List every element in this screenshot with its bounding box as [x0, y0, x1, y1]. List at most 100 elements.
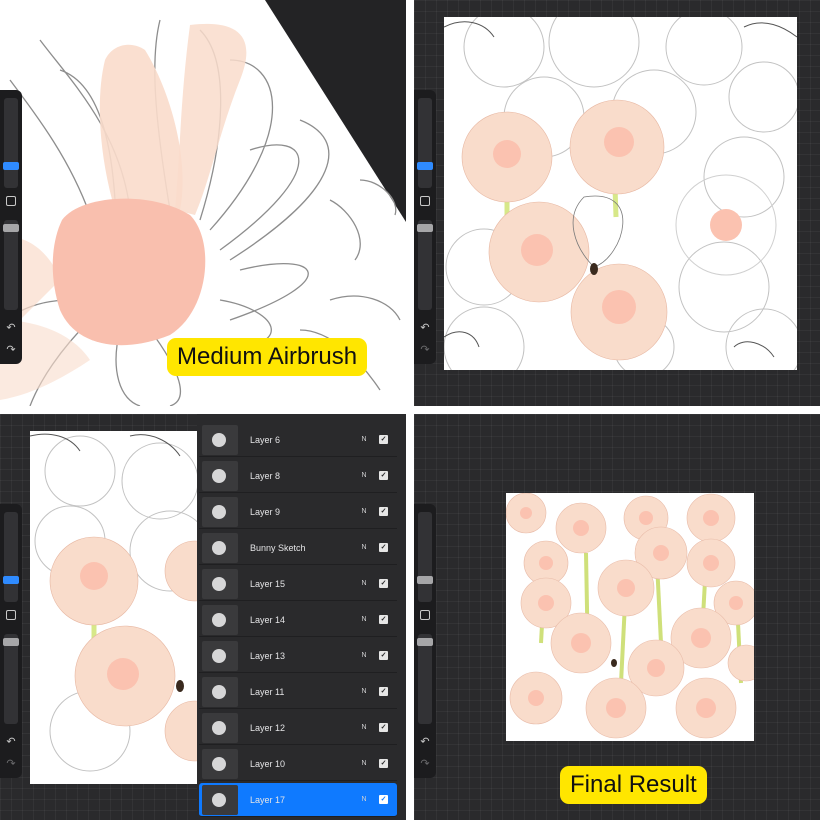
layer-thumbnail[interactable] [202, 496, 238, 527]
layer-row[interactable]: Layer 17 N ✓ [199, 783, 397, 817]
brush-size-slider[interactable] [418, 512, 432, 602]
layer-visibility-checkbox[interactable]: ✓ [379, 471, 388, 480]
layer-row[interactable]: Bunny Sketch N ✓ [199, 531, 397, 565]
tool-sidebar: ↶ ↷ [0, 504, 22, 778]
panel-medium-airbrush: ↶ ↷ Medium Airbrush [0, 0, 406, 406]
layer-thumbnail-shape [212, 720, 226, 735]
layer-name: Layer 10 [250, 758, 286, 769]
brush-size-slider[interactable] [418, 98, 432, 188]
layer-thumbnail-shape [212, 432, 226, 447]
layer-visibility-checkbox[interactable]: ✓ [379, 507, 388, 516]
layer-row[interactable]: Layer 8 N ✓ [199, 459, 397, 493]
layer-blend-mode[interactable]: N [357, 544, 371, 551]
layer-thumbnail[interactable] [202, 712, 238, 743]
layer-name: Layer 6 [250, 434, 281, 445]
layer-blend-mode[interactable]: N [357, 472, 371, 479]
brush-size-handle[interactable] [417, 576, 433, 584]
layer-row[interactable]: Layer 9 N ✓ [199, 495, 397, 529]
opacity-handle[interactable] [417, 638, 433, 646]
layer-thumbnail-shape [212, 576, 226, 591]
modify-square-icon[interactable] [6, 610, 16, 620]
layer-thumbnail[interactable] [202, 568, 238, 599]
brush-size-handle[interactable] [3, 576, 19, 584]
final-artwork [506, 493, 754, 739]
layer-name: Layer 15 [250, 578, 286, 589]
layer-visibility-checkbox[interactable]: ✓ [379, 615, 388, 624]
layer-thumbnail[interactable] [202, 676, 238, 707]
layer-visibility-checkbox[interactable]: ✓ [379, 687, 388, 696]
undo-icon[interactable]: ↶ [418, 736, 432, 748]
painting-canvas[interactable] [30, 431, 200, 784]
medium-airbrush-label: Medium Airbrush [167, 338, 368, 376]
brush-size-slider[interactable] [4, 512, 18, 602]
layer-thumbnail-shape [212, 540, 226, 555]
layer-visibility-checkbox[interactable]: ✓ [379, 435, 388, 444]
layer-blend-mode[interactable]: N [357, 724, 371, 731]
layer-thumbnail[interactable] [202, 424, 238, 455]
layer-blend-mode[interactable]: N [357, 796, 371, 803]
layer-blend-mode[interactable]: N [357, 508, 371, 515]
layer-blend-mode[interactable]: N [357, 436, 371, 443]
brush-size-handle[interactable] [3, 162, 19, 170]
layer-row[interactable]: Layer 11 N ✓ [199, 675, 397, 709]
layer-row[interactable]: Layer 14 N ✓ [199, 603, 397, 637]
opacity-slider[interactable] [418, 220, 432, 310]
layer-name: Layer 9 [250, 506, 281, 517]
painting-artwork [30, 433, 200, 772]
modify-square-icon[interactable] [420, 610, 430, 620]
layer-visibility-checkbox[interactable]: ✓ [379, 795, 388, 804]
layer-row[interactable]: Layer 12 N ✓ [199, 711, 397, 745]
layer-blend-mode[interactable]: N [357, 580, 371, 587]
layer-name: Layer 12 [250, 722, 286, 733]
panel-layers: ↶ ↷ Layer 6 N ✓ Layer 8 N ✓ Layer 9 N ✓ Bunny Ske… [0, 414, 406, 820]
layer-thumbnail[interactable] [202, 460, 238, 491]
opacity-slider[interactable] [4, 220, 18, 310]
layer-visibility-checkbox[interactable]: ✓ [379, 543, 388, 552]
final-canvas[interactable] [506, 493, 754, 741]
layer-thumbnail-shape [212, 504, 226, 519]
layer-thumbnail[interactable] [202, 604, 238, 635]
opacity-handle[interactable] [3, 224, 19, 232]
opacity-slider[interactable] [4, 634, 18, 724]
layer-thumbnail-shape [212, 468, 226, 483]
layer-blend-mode[interactable]: N [357, 760, 371, 767]
undo-icon[interactable]: ↶ [418, 322, 432, 334]
layer-thumbnail-shape [212, 684, 226, 699]
layer-row[interactable]: Layer 10 N ✓ [199, 747, 397, 781]
layer-thumbnail[interactable] [202, 640, 238, 671]
layer-blend-mode[interactable]: N [357, 616, 371, 623]
brush-size-handle[interactable] [417, 162, 433, 170]
undo-icon[interactable]: ↶ [4, 322, 18, 334]
opacity-slider[interactable] [418, 634, 432, 724]
modify-square-icon[interactable] [420, 196, 430, 206]
final-result-label: Final Result [560, 766, 707, 804]
redo-icon[interactable]: ↷ [4, 758, 18, 770]
redo-icon[interactable]: ↷ [418, 758, 432, 770]
modify-square-icon[interactable] [6, 196, 16, 206]
painting-canvas[interactable] [444, 17, 797, 370]
tool-sidebar: ↶ ↷ [414, 504, 436, 778]
layer-visibility-checkbox[interactable]: ✓ [379, 723, 388, 732]
layer-blend-mode[interactable]: N [357, 652, 371, 659]
opacity-handle[interactable] [417, 224, 433, 232]
layer-row[interactable]: Layer 6 N ✓ [199, 423, 397, 457]
painting-artwork [444, 17, 797, 370]
layer-visibility-checkbox[interactable]: ✓ [379, 759, 388, 768]
layer-name: Layer 14 [250, 614, 286, 625]
layer-row[interactable]: Layer 15 N ✓ [199, 567, 397, 601]
panel-final-result: ↶ ↷ Final Result [414, 414, 820, 820]
redo-icon[interactable]: ↷ [418, 344, 432, 356]
layer-visibility-checkbox[interactable]: ✓ [379, 651, 388, 660]
layer-thumbnail[interactable] [202, 784, 238, 815]
layer-thumbnail[interactable] [202, 532, 238, 563]
redo-icon[interactable]: ↷ [4, 344, 18, 356]
opacity-handle[interactable] [3, 638, 19, 646]
layer-thumbnail-shape [212, 648, 226, 663]
layer-blend-mode[interactable]: N [357, 688, 371, 695]
layer-thumbnail[interactable] [202, 748, 238, 779]
undo-icon[interactable]: ↶ [4, 736, 18, 748]
layer-row[interactable]: Layer 13 N ✓ [199, 639, 397, 673]
brush-size-slider[interactable] [4, 98, 18, 188]
layer-name: Layer 11 [250, 686, 285, 697]
layer-visibility-checkbox[interactable]: ✓ [379, 579, 388, 588]
